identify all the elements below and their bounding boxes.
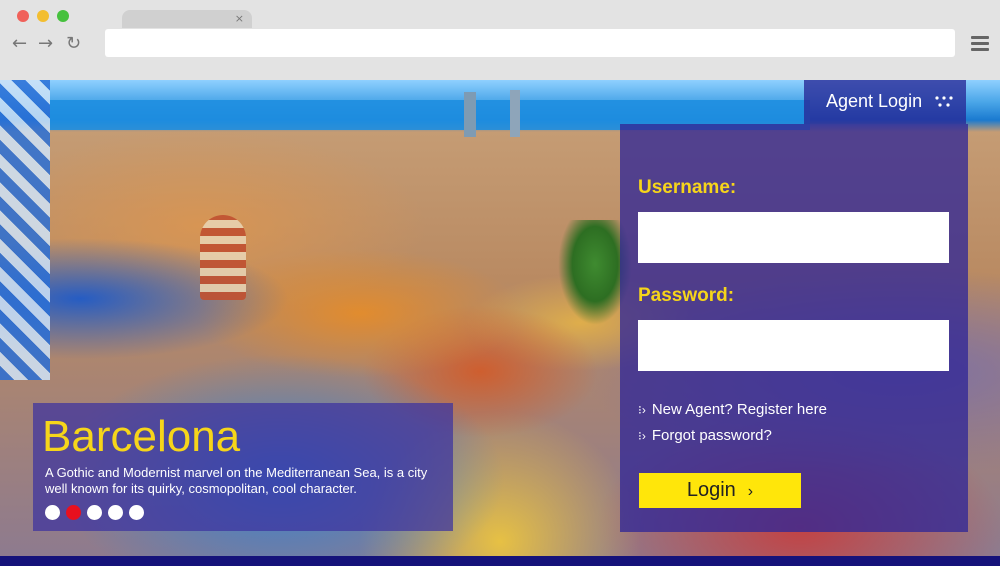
agent-login-label: Agent Login: [826, 91, 923, 111]
browser-chrome: × ← → ↻: [0, 0, 1000, 80]
skyline-tower: [510, 90, 520, 137]
link-arrow-icon: ⁝›: [638, 429, 646, 443]
skyline-tower: [464, 92, 476, 137]
back-arrow-icon[interactable]: ←: [12, 33, 27, 55]
footer-strip: [0, 556, 1000, 566]
hamburger-menu-icon[interactable]: [971, 36, 989, 52]
reload-icon[interactable]: ↻: [66, 33, 81, 55]
forgot-password-label: Forgot password?: [651, 427, 772, 444]
mosaic-decoration: [0, 80, 50, 380]
window-maximize-button[interactable]: [57, 10, 69, 22]
browser-tab[interactable]: ×: [122, 10, 252, 28]
address-bar[interactable]: [105, 29, 955, 57]
register-link-label: New Agent? Register here: [651, 401, 827, 418]
gaudi-tower-decoration: [200, 215, 246, 300]
carousel-dots: [45, 505, 144, 520]
carousel-dot[interactable]: [66, 505, 81, 520]
password-field[interactable]: [638, 320, 949, 371]
carousel-dot[interactable]: [129, 505, 144, 520]
forgot-password-link[interactable]: ⁝› Forgot password?: [638, 427, 772, 444]
city-card: Barcelona A Gothic and Modernist marvel …: [33, 403, 453, 531]
tab-close-icon[interactable]: ×: [235, 11, 244, 27]
username-field[interactable]: [638, 212, 949, 263]
login-panel: Username: Password: ⁝› New Agent? Registe…: [620, 124, 968, 532]
dots-icon: [935, 96, 953, 107]
carousel-dot[interactable]: [87, 505, 102, 520]
carousel-dot[interactable]: [45, 505, 60, 520]
page-hero: Agent Login Username: Password: ⁝› New Ag…: [0, 80, 1000, 566]
forward-arrow-icon[interactable]: →: [38, 33, 53, 55]
username-label: Username:: [638, 177, 737, 198]
password-label: Password:: [638, 285, 735, 306]
register-link[interactable]: ⁝› New Agent? Register here: [638, 401, 827, 418]
agent-login-tab[interactable]: Agent Login: [804, 80, 966, 124]
login-button-label: Login: [686, 479, 736, 501]
chevron-right-icon: ›: [747, 483, 754, 500]
city-title: Barcelona: [42, 412, 241, 461]
login-button[interactable]: Login ›: [639, 473, 801, 508]
link-arrow-icon: ⁝›: [638, 403, 646, 417]
carousel-dot[interactable]: [108, 505, 123, 520]
window-minimize-button[interactable]: [37, 10, 49, 22]
city-description: A Gothic and Modernist marvel on the Med…: [45, 465, 428, 496]
window-close-button[interactable]: [17, 10, 29, 22]
